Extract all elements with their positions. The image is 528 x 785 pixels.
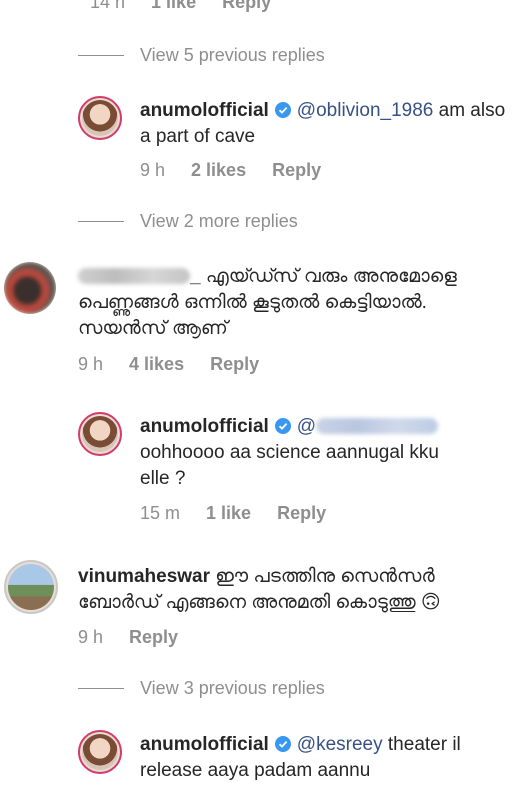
username[interactable]: _ <box>190 266 201 287</box>
profile-photo <box>82 100 118 136</box>
divider-line <box>78 221 124 222</box>
avatar[interactable] <box>4 262 56 314</box>
comment-text-line: സയൻസ് ആണ് <box>78 318 228 339</box>
comment-time: 14 h <box>90 0 126 12</box>
comment-meta: 9 h Reply <box>78 627 178 648</box>
username[interactable]: anumolofficial <box>140 416 269 437</box>
comment-time: 9 h <box>78 627 104 647</box>
verified-badge-icon <box>274 418 291 434</box>
comment-text-line: elle ? <box>140 468 186 489</box>
comment-text-line: oohhoooo aa science aannugal kku <box>140 442 439 463</box>
comment-meta: 9 h 2 likes Reply <box>140 160 321 181</box>
likes-count[interactable]: 2 likes <box>191 160 246 181</box>
divider-line <box>78 688 124 689</box>
comment-text-line: theater il <box>382 734 461 755</box>
reply-button[interactable]: Reply <box>277 503 326 524</box>
divider-line <box>78 55 124 56</box>
comment-time: 9 h <box>140 160 166 180</box>
comment-text-line: ബോർഡ് എങ്ങനെ അനുമതി കൊടുത്തു 🙃 <box>78 592 441 613</box>
view-replies-label: View 2 more replies <box>140 211 298 231</box>
comment-text-line: release aaya padam aannu <box>140 760 371 781</box>
username[interactable]: vinumaheswar <box>78 566 210 587</box>
mention-link[interactable]: @oblivion_1986 <box>297 100 434 121</box>
reply-button[interactable]: Reply <box>272 160 321 181</box>
profile-photo <box>82 416 118 452</box>
likes-count[interactable]: 1 like <box>206 503 251 524</box>
reply-button[interactable]: Reply <box>129 627 178 648</box>
comment-time: 15 m <box>140 503 181 523</box>
comment-text-line: ഈ പടത്തിനു സെൻസർ <box>210 566 435 587</box>
mention-link[interactable]: @ <box>297 416 316 437</box>
comment-4: vinumaheswar ഈ പടത്തിനു സെൻസർ ബോർഡ് എങ്ങ… <box>78 564 518 616</box>
avatar[interactable] <box>78 730 122 774</box>
comment-text-line: എയ്ഡ്സ് വരും അനുമോളെ <box>200 266 457 287</box>
likes-count[interactable]: 4 likes <box>129 354 184 375</box>
blurred-mention[interactable] <box>316 418 439 434</box>
top-comment-meta: 14 h 1 like Reply <box>90 0 271 13</box>
username[interactable]: anumolofficial <box>140 100 269 121</box>
verified-badge-icon <box>274 102 291 118</box>
comment-text-line: പെണ്ണുങ്ങൾ ഒന്നിൽ കൂടുതൽ കെട്ടിയാൽ. <box>78 292 427 313</box>
username[interactable]: anumolofficial <box>140 734 269 755</box>
avatar[interactable] <box>78 412 122 456</box>
comment-meta: 9 h 4 likes Reply <box>78 354 259 375</box>
view-previous-replies[interactable]: View 3 previous replies <box>78 678 325 699</box>
view-replies-label: View 5 previous replies <box>140 45 325 65</box>
likes-count[interactable]: 1 like <box>151 0 196 13</box>
comment-2: _ എയ്ഡ്സ് വരും അനുമോളെ പെണ്ണുങ്ങൾ ഒന്നിൽ… <box>78 264 518 342</box>
avatar[interactable] <box>4 560 58 614</box>
avatar[interactable] <box>78 96 122 140</box>
profile-photo <box>4 262 56 314</box>
blurred-username[interactable] <box>78 268 190 284</box>
verified-badge-icon <box>274 736 291 752</box>
comment-meta: 15 m 1 like Reply <box>140 503 326 524</box>
profile-photo <box>8 564 54 610</box>
mention-link[interactable]: @kesreey <box>297 734 383 755</box>
view-previous-replies[interactable]: View 5 previous replies <box>78 45 325 66</box>
profile-photo <box>82 734 118 770</box>
reply-button[interactable]: Reply <box>222 0 271 13</box>
comment-time: 9 h <box>78 354 104 374</box>
view-more-replies[interactable]: View 2 more replies <box>78 211 298 232</box>
comment-3: anumolofficial @ oohhoooo aa science aann… <box>140 414 512 492</box>
reply-button[interactable]: Reply <box>210 354 259 375</box>
view-replies-label: View 3 previous replies <box>140 678 325 698</box>
comment-1: anumolofficial @oblivion_1986 am also a p… <box>140 98 512 150</box>
comment-5: anumolofficial @kesreey theater il releas… <box>140 732 512 784</box>
